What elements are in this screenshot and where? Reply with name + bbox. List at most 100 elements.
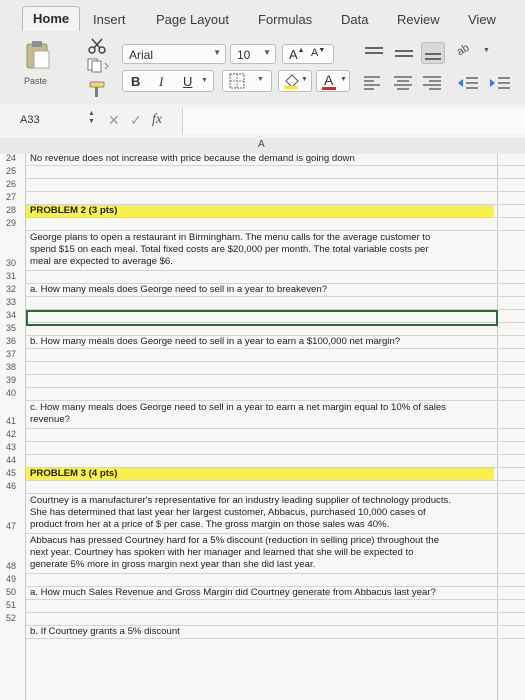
- row-number[interactable]: 36: [6, 336, 24, 346]
- bold-button[interactable]: B: [131, 74, 140, 89]
- grow-font-button[interactable]: A▲: [289, 47, 305, 62]
- increase-indent-icon[interactable]: [488, 73, 512, 93]
- cell-text: No revenue does not increase with price …: [30, 153, 355, 164]
- row-gridline: [26, 638, 525, 639]
- cell-text-line: product from her at a price of $ per cas…: [30, 519, 390, 530]
- enter-icon[interactable]: ✓: [130, 112, 142, 129]
- row-gridline: [26, 270, 525, 271]
- row-number[interactable]: 37: [6, 349, 24, 359]
- row-number[interactable]: 33: [6, 297, 24, 307]
- formula-input[interactable]: [182, 108, 525, 134]
- row-header-divider: [25, 154, 26, 700]
- row-number[interactable]: 34: [6, 310, 24, 320]
- fill-color-button[interactable]: ▼: [278, 70, 312, 92]
- cell-text-line: generate 5% more in gross margin next ye…: [30, 559, 316, 570]
- problem-heading: PROBLEM 3 (4 pts): [30, 468, 118, 479]
- clipboard-icon: [26, 41, 50, 69]
- align-left-icon[interactable]: [362, 73, 384, 93]
- chevron-down-icon: ▼: [340, 76, 347, 83]
- align-right-icon[interactable]: [421, 73, 443, 93]
- text-orientation-icon: ab: [454, 41, 472, 59]
- insert-function-button[interactable]: fx: [152, 112, 162, 128]
- row-number[interactable]: 46: [6, 481, 24, 491]
- row-number[interactable]: 31: [6, 271, 24, 281]
- name-box-stepper-icon[interactable]: ▲ ▼: [88, 110, 95, 126]
- borders-button[interactable]: ▼: [222, 70, 272, 92]
- paste-button[interactable]: Paste: [18, 40, 58, 96]
- row-number[interactable]: 45: [6, 468, 24, 478]
- chevron-down-icon: ▼: [263, 48, 271, 57]
- cell-text: b. How many meals does George need to se…: [30, 336, 401, 347]
- tab-page-layout[interactable]: Page Layout: [156, 12, 229, 27]
- caret-up-icon: ▲: [297, 47, 305, 54]
- tab-review[interactable]: Review: [397, 12, 440, 27]
- chevron-down-icon: ▼: [213, 48, 221, 57]
- row-gridline: [26, 454, 525, 455]
- row-number[interactable]: 32: [6, 284, 24, 294]
- row-number[interactable]: 47: [6, 521, 24, 531]
- row-number[interactable]: 24: [6, 153, 24, 163]
- row-number[interactable]: 44: [6, 455, 24, 465]
- chevron-down-icon: ▼: [257, 76, 264, 83]
- tab-formulas[interactable]: Formulas: [258, 12, 312, 27]
- worksheet-grid[interactable]: 24 No revenue does not increase with pric…: [0, 153, 525, 700]
- row-number[interactable]: 40: [6, 388, 24, 398]
- scissors-icon[interactable]: [88, 38, 106, 54]
- excel-window: Home Insert Page Layout Formulas Data Re…: [0, 0, 525, 700]
- row-number[interactable]: 30: [6, 258, 24, 268]
- row-number[interactable]: 35: [6, 323, 24, 333]
- copy-icon[interactable]: [86, 57, 110, 73]
- font-color-button[interactable]: A ▼: [316, 70, 350, 92]
- cell-text-line: next year. Courtney has spoken with her …: [30, 547, 414, 558]
- row-number[interactable]: 29: [6, 218, 24, 228]
- row-number[interactable]: 50: [6, 587, 24, 597]
- row-number[interactable]: 43: [6, 442, 24, 452]
- row-gridline: [26, 493, 525, 494]
- decrease-indent-icon[interactable]: [456, 73, 480, 93]
- row-gridline: [26, 480, 525, 481]
- align-center-icon[interactable]: [392, 73, 414, 93]
- row-number[interactable]: 48: [6, 561, 24, 571]
- align-middle-icon[interactable]: [392, 43, 416, 63]
- row-number[interactable]: 51: [6, 600, 24, 610]
- row-gridline: [26, 599, 525, 600]
- tab-data[interactable]: Data: [341, 12, 368, 27]
- row-number[interactable]: 41: [6, 416, 24, 426]
- problem-heading: PROBLEM 2 (3 pts): [30, 205, 118, 216]
- cell-text: a. How much Sales Revenue and Gross Marg…: [30, 587, 436, 598]
- row-number[interactable]: 52: [6, 613, 24, 623]
- font-name-value: Arial: [129, 48, 154, 62]
- row-number[interactable]: 38: [6, 362, 24, 372]
- cancel-icon[interactable]: ✕: [108, 112, 120, 129]
- format-painter-icon[interactable]: [88, 80, 108, 98]
- column-header-a[interactable]: A: [258, 139, 265, 150]
- row-gridline: [26, 374, 525, 375]
- tab-home[interactable]: Home: [22, 6, 81, 31]
- font-name-select[interactable]: Arial ▼: [122, 44, 226, 64]
- italic-button[interactable]: I: [159, 74, 163, 90]
- row-number[interactable]: 39: [6, 375, 24, 385]
- selected-cell-a33[interactable]: [26, 310, 498, 326]
- row-number[interactable]: 49: [6, 574, 24, 584]
- ribbon-tabs: Home Insert Page Layout Formulas Data Re…: [0, 0, 525, 34]
- tab-insert[interactable]: Insert: [93, 12, 126, 27]
- shrink-font-button[interactable]: A▼: [311, 47, 325, 59]
- row-number[interactable]: 27: [6, 192, 24, 202]
- row-number[interactable]: 26: [6, 179, 24, 189]
- tab-view[interactable]: View: [468, 12, 496, 27]
- font-color-swatch: [322, 87, 336, 90]
- font-size-value: 10: [237, 48, 251, 62]
- grow-shrink-font-group: A▲ A▼: [282, 44, 334, 64]
- row-number[interactable]: 42: [6, 429, 24, 439]
- cell-text-line: meal are expected to average $6.: [30, 256, 173, 267]
- name-box[interactable]: A33: [20, 114, 40, 126]
- row-number[interactable]: 25: [6, 166, 24, 176]
- chevron-down-icon: ▼: [201, 77, 208, 84]
- row-number[interactable]: 28: [6, 205, 24, 215]
- align-bottom-button[interactable]: [421, 42, 445, 64]
- underline-button[interactable]: U: [183, 74, 192, 89]
- align-top-icon[interactable]: [362, 43, 386, 63]
- text-orientation-button[interactable]: ab ▼: [455, 42, 495, 64]
- ribbon: Home Insert Page Layout Formulas Data Re…: [0, 0, 525, 105]
- font-size-select[interactable]: 10 ▼: [230, 44, 276, 64]
